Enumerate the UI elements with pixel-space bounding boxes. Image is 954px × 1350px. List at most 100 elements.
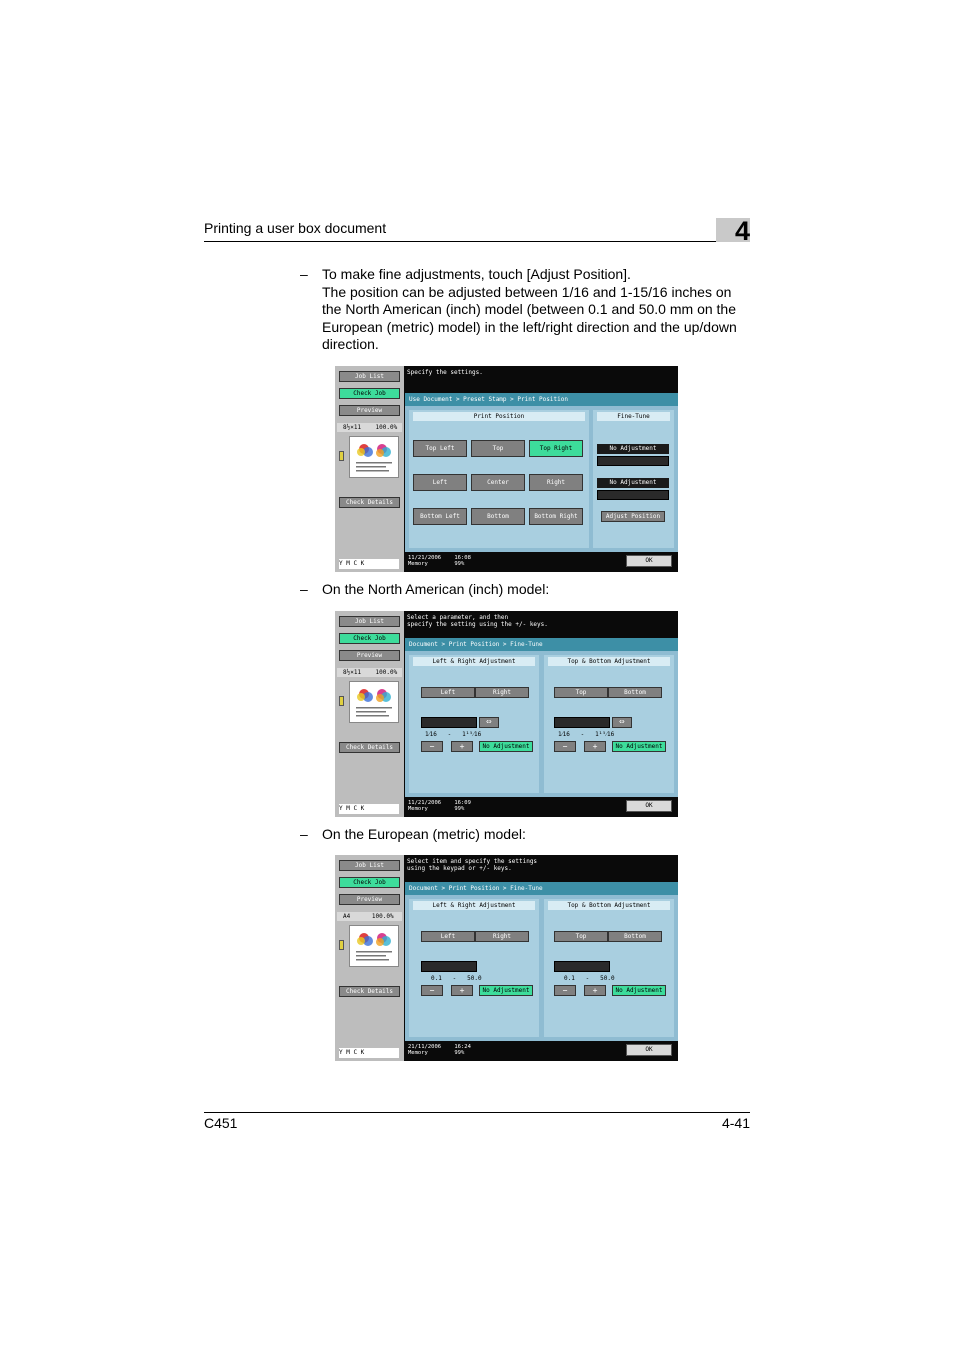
color-chart-icon [356, 689, 392, 717]
no-adjustment-button[interactable]: No Adjustment [479, 985, 533, 996]
left-button[interactable]: Left [413, 474, 467, 491]
main-area: Print Position Top Left Top Top Right Le… [405, 406, 678, 552]
check-job-button[interactable]: Check Job [339, 633, 400, 644]
swap-icon[interactable]: ⇔ [612, 717, 632, 728]
dash-bullet: – [300, 826, 308, 842]
tb-adjust-title: Top & Bottom Adjustment [548, 657, 670, 666]
top-left-button[interactable]: Top Left [413, 440, 467, 457]
step-line: On the European (metric) model: [322, 826, 526, 842]
minus-button[interactable]: − [421, 985, 443, 996]
plus-button[interactable]: + [451, 985, 473, 996]
document-icon [339, 940, 344, 950]
left-panel: Job List Check Job Preview A4 100.0% Che… [335, 855, 404, 1061]
fine-tune-panel: Fine-Tune No Adjustment No Adjustment Ad… [593, 410, 674, 548]
main-area: Left & Right Adjustment Left Right 0.1 -… [405, 895, 678, 1041]
bottom-right-button[interactable]: Bottom Right [529, 508, 583, 525]
bottom-left-button[interactable]: Bottom Left [413, 508, 467, 525]
main-area: Left & Right Adjustment Left Right ⇔ 1⁄1… [405, 651, 678, 797]
paper-size: A4 [343, 913, 351, 920]
instruction-message: Specify the settings. [407, 369, 483, 376]
plus-button[interactable]: + [584, 741, 606, 752]
center-button[interactable]: Center [471, 474, 525, 491]
lr-status: No Adjustment [597, 444, 669, 454]
ok-button[interactable]: OK [626, 555, 672, 567]
swap-icon[interactable]: ⇔ [479, 717, 499, 728]
bottom-button[interactable]: Bottom [608, 931, 662, 942]
bottom-button[interactable]: Bottom [608, 687, 662, 698]
check-details-button[interactable]: Check Details [339, 986, 400, 997]
top-button[interactable]: Top [554, 687, 608, 698]
tb-adjust-title: Top & Bottom Adjustment [548, 901, 670, 910]
dash-bullet: – [300, 581, 308, 597]
preview-button[interactable]: Preview [339, 405, 400, 416]
header-rule [204, 241, 750, 242]
step-line: On the North American (inch) model: [322, 581, 550, 597]
color-chart-icon [356, 933, 392, 961]
footer-model: C451 [204, 1115, 238, 1131]
plus-button[interactable]: + [584, 985, 606, 996]
document-icon [339, 451, 344, 461]
minus-button[interactable]: − [554, 741, 576, 752]
check-job-button[interactable]: Check Job [339, 388, 400, 399]
preview-button[interactable]: Preview [339, 650, 400, 661]
zoom-value: 100.0% [375, 669, 398, 676]
step-line: direction. [322, 336, 379, 352]
job-list-button[interactable]: Job List [339, 616, 400, 627]
job-list-button[interactable]: Job List [339, 371, 400, 382]
dash-bullet: – [300, 266, 308, 282]
tb-value-field[interactable] [554, 717, 610, 728]
screenshot-fine-tune-inch: Job List Check Job Preview 8½×11 100.0% … [335, 611, 678, 817]
top-right-button[interactable]: Top Right [529, 440, 583, 457]
lr-adjust-panel: Left & Right Adjustment Left Right 0.1 -… [409, 899, 539, 1037]
no-adjustment-button[interactable]: No Adjustment [612, 741, 666, 752]
step-metric-model: – On the European (metric) model: [300, 826, 752, 844]
paper-size: 8½×11 [343, 424, 362, 431]
paper-size: 8½×11 [343, 669, 362, 676]
no-adjustment-button[interactable]: No Adjustment [479, 741, 533, 752]
lr-range: 0.1 - 50.0 [431, 975, 482, 982]
bottom-button[interactable]: Bottom [471, 508, 525, 525]
check-details-button[interactable]: Check Details [339, 742, 400, 753]
lr-value-field[interactable] [421, 961, 477, 972]
no-adjustment-button[interactable]: No Adjustment [612, 985, 666, 996]
check-job-button[interactable]: Check Job [339, 877, 400, 888]
tb-value-field[interactable] [554, 961, 610, 972]
preview-thumbnail [349, 925, 399, 967]
right-button[interactable]: Right [475, 687, 529, 698]
minus-button[interactable]: − [421, 741, 443, 752]
tb-range: 0.1 - 50.0 [564, 975, 615, 982]
screenshot-print-position: Job List Check Job Preview 8½×11 100.0% … [335, 366, 678, 572]
preview-button[interactable]: Preview [339, 894, 400, 905]
breadcrumb: Document > Print Position > Fine-Tune [405, 638, 678, 651]
ok-button[interactable]: OK [626, 1044, 672, 1056]
lr-value-field[interactable] [421, 717, 477, 728]
zoom-value: 100.0% [375, 424, 398, 431]
step-fine-adjust: – To make fine adjustments, touch [Adjus… [300, 266, 752, 354]
chapter-number: 4 [734, 216, 750, 246]
left-button[interactable]: Left [421, 931, 475, 942]
left-panel: Job List Check Job Preview 8½×11 100.0% … [335, 611, 404, 817]
left-panel: Job List Check Job Preview 8½×11 100.0% … [335, 366, 404, 572]
tb-range: 1⁄16 - 1¹⁵⁄16 [558, 731, 615, 738]
top-button[interactable]: Top [471, 440, 525, 457]
lr-range: 1⁄16 - 1¹⁵⁄16 [425, 731, 482, 738]
minus-button[interactable]: − [554, 985, 576, 996]
left-button[interactable]: Left [421, 687, 475, 698]
job-list-button[interactable]: Job List [339, 860, 400, 871]
check-details-button[interactable]: Check Details [339, 497, 400, 508]
step-line: The position can be adjusted between 1/1… [322, 283, 732, 300]
ok-button[interactable]: OK [626, 800, 672, 812]
preview-thumbnail [349, 436, 399, 478]
plus-button[interactable]: + [451, 741, 473, 752]
tb-value-field [597, 490, 669, 500]
toner-levels: Y M C K [339, 804, 399, 814]
right-button[interactable]: Right [529, 474, 583, 491]
adjust-position-button[interactable]: Adjust Position [601, 511, 665, 522]
tb-adjust-panel: Top & Bottom Adjustment Top Bottom ⇔ 1⁄1… [544, 655, 674, 793]
print-position-panel: Print Position Top Left Top Top Right Le… [409, 410, 589, 548]
step-line: the North American (inch) model (between… [322, 301, 736, 317]
top-button[interactable]: Top [554, 931, 608, 942]
color-chart-icon [356, 444, 392, 472]
tb-status: No Adjustment [597, 478, 669, 488]
right-button[interactable]: Right [475, 931, 529, 942]
